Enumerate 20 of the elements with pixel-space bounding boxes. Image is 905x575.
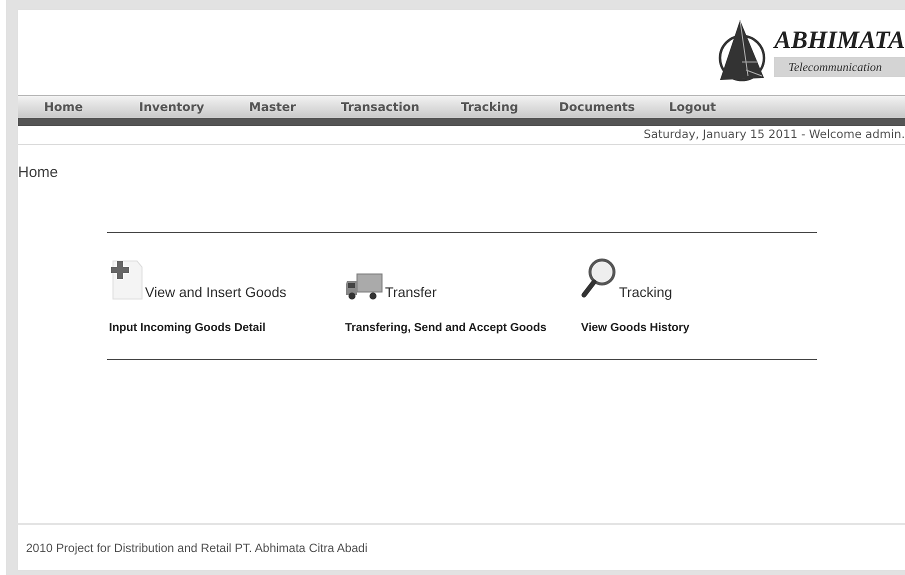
nav-link[interactable]: Inventory bbox=[139, 98, 249, 116]
footer-text: 2010 Project for Distribution and Retail PT. Abhimata Citra Abadi bbox=[26, 540, 368, 556]
feature-description: Input Incoming Goods Detail bbox=[109, 320, 267, 336]
feature-description: View Goods History bbox=[581, 320, 690, 336]
nav-link[interactable]: Home bbox=[44, 98, 139, 116]
feature-title[interactable]: Transfer bbox=[385, 284, 437, 298]
feature-title[interactable]: Tracking bbox=[619, 284, 672, 298]
search-icon bbox=[581, 256, 617, 300]
feature-description: Transfering, Send and Accept Goods bbox=[345, 320, 548, 336]
page-title: Home bbox=[18, 163, 60, 183]
feature-title[interactable]: View and Insert Goods bbox=[145, 284, 286, 298]
nav-link[interactable]: Logout bbox=[669, 98, 729, 116]
logo-text: ABHIMATA bbox=[774, 28, 905, 53]
nav-link[interactable]: Documents bbox=[559, 98, 669, 116]
nav-link[interactable]: Master bbox=[249, 98, 341, 116]
nav-link[interactable]: Transaction bbox=[341, 98, 461, 116]
logo-tagline: Telecommunication bbox=[774, 57, 905, 77]
status-text: Saturday, January 15 2011 - Welcome admin. bbox=[644, 126, 905, 144]
truck-icon bbox=[345, 270, 383, 300]
nav-link[interactable]: Tracking bbox=[461, 98, 559, 116]
